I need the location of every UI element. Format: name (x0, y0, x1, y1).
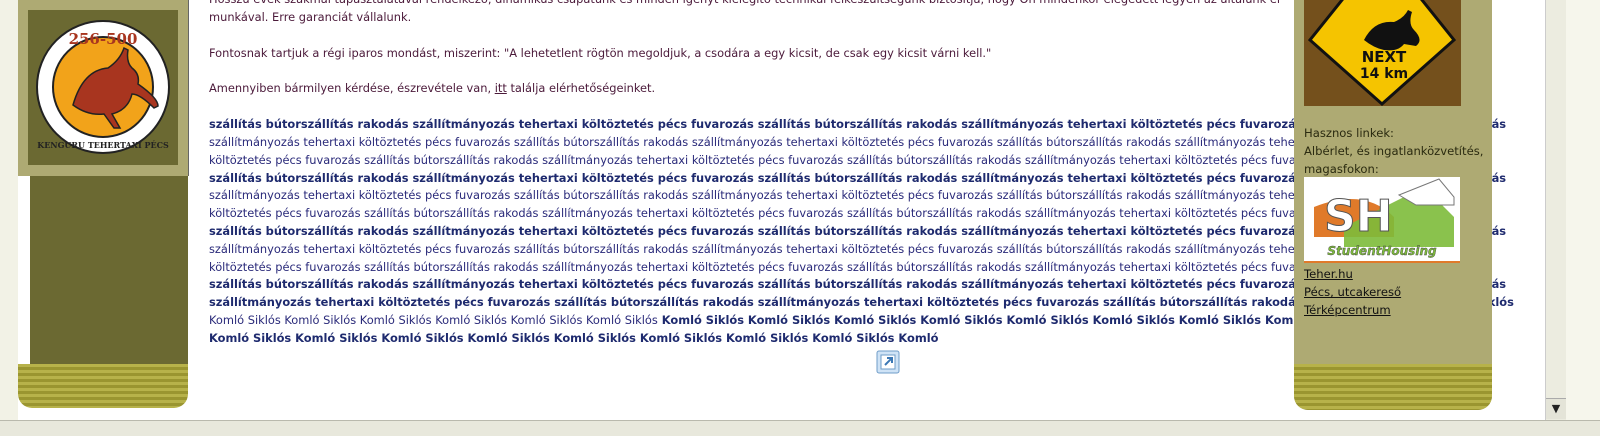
logo-background: 256-500 KENGURU TEHERTAXI PÉCS (28, 10, 178, 165)
keyword-line: szállítmányozás tehertaxi költöztetés pé… (209, 187, 1321, 205)
scroll-down-arrow-icon[interactable]: ▼ (1546, 398, 1566, 419)
link-pecs-utcakereso[interactable]: Pécs, utcakereső (1304, 283, 1486, 301)
keyword-line: szállítás bútorszállítás rakodás szállít… (209, 276, 1506, 294)
keyword-text: szállítmányozás tehertaxi költöztetés pé… (209, 241, 1321, 256)
keyword-line: szállítmányozás tehertaxi költöztetés pé… (209, 134, 1321, 152)
quote-paragraph: Fontosnak tartjuk a régi iparos mondást,… (209, 45, 992, 60)
useful-links-desc: Albérlet, és ingatlanközvetítés, magasfo… (1304, 144, 1484, 176)
main-content: Hosszú évek szakmai tapasztalatával rend… (209, 0, 1514, 348)
contact-suffix: találja elérhetőségeinket. (510, 81, 656, 96)
logo-frame: 256-500 KENGURU TEHERTAXI PÉCS (18, 0, 189, 176)
logo-caption: KENGURU TEHERTAXI PÉCS (37, 140, 169, 150)
keyword-text: költöztetés pécs fuvarozás szállítás bút… (209, 206, 1327, 221)
keyword-line: költöztetés pécs fuvarozás szállítás bút… (209, 205, 1326, 223)
logo-number: 256-500 (69, 30, 138, 48)
svg-text:SH: SH (1324, 191, 1393, 242)
keyword-line: költöztetés pécs fuvarozás szállítás bút… (209, 152, 1326, 170)
student-housing-logo[interactable]: SH StudentHousing (1304, 177, 1460, 263)
link-terkepcentrum[interactable]: Térképcentrum (1304, 301, 1486, 319)
seo-keyword-block: szállítás bútorszállítás rakodás szállít… (209, 116, 1514, 348)
keyword-text: Komló Siklós Komló Siklós Komló Siklós K… (657, 312, 1348, 327)
keyword-text: szállítmányozás tehertaxi költöztetés pé… (209, 188, 1321, 203)
keyword-line: szállítás bútorszállítás rakodás szállít… (209, 223, 1506, 241)
useful-links-panel: Hasznos linkek: Albérlet, és ingatlanköz… (1304, 124, 1486, 178)
keyword-text: költöztetés pécs fuvarozás szállítás bút… (209, 152, 1327, 167)
left-margin (0, 0, 18, 420)
keyword-text: szállítmányozás tehertaxi költöztetés pé… (209, 134, 1321, 149)
keyword-line: szállítmányozás tehertaxi költöztetés pé… (209, 294, 1514, 312)
kangaroo-road-sign[interactable]: NEXT 14 km (1304, 0, 1461, 106)
left-olive-panel (30, 176, 188, 366)
keyword-line: Komló Siklós Komló Siklós Komló Siklós K… (209, 312, 1347, 330)
external-link-icon[interactable] (876, 350, 900, 374)
right-striped-footer (1294, 364, 1492, 410)
keyword-text: költöztetés pécs fuvarozás szállítás bút… (209, 259, 1327, 274)
keyword-line: szállítmányozás tehertaxi költöztetés pé… (209, 241, 1321, 259)
page-body: 256-500 KENGURU TEHERTAXI PÉCS Hosszú év… (0, 0, 1566, 420)
link-teher-hu[interactable]: Teher.hu (1304, 265, 1486, 283)
keyword-line: Komló Siklós Komló Siklós Komló Siklós K… (209, 330, 1279, 348)
keyword-line: költöztetés pécs fuvarozás szállítás bút… (209, 259, 1326, 277)
keyword-text: Komló Siklós Komló Siklós Komló Siklós K… (209, 312, 658, 327)
student-housing-text: StudentHousing (1327, 244, 1437, 258)
kenguru-logo[interactable]: 256-500 KENGURU TEHERTAXI PÉCS (28, 10, 178, 165)
intro-line-1: Hosszú évek szakmai tapasztalatával rend… (209, 0, 1279, 9)
sign-line-2: 14 km (1360, 66, 1408, 82)
keyword-line: szállítás bútorszállítás rakodás szállít… (209, 116, 1506, 134)
intro-line-2: munkával. Erre garanciát vállalunk. (209, 9, 412, 24)
horizontal-scrollbar[interactable] (0, 420, 1600, 436)
sign-line-1: NEXT (1362, 48, 1407, 66)
contact-paragraph: Amennyiben bármilyen kérdése, észrevétel… (209, 80, 1279, 98)
contact-link[interactable]: itt (495, 81, 507, 95)
useful-links-heading: Hasznos linkek: (1304, 126, 1394, 140)
keyword-text: Komló Siklós Komló Siklós Komló Siklós K… (209, 330, 939, 345)
vertical-scrollbar[interactable]: ▼ (1545, 0, 1566, 420)
useful-links-list: Teher.hu Pécs, utcakereső Térképcentrum (1304, 265, 1486, 319)
left-striped-footer (18, 364, 188, 408)
contact-prefix: Amennyiben bármilyen kérdése, észrevétel… (209, 81, 492, 96)
left-sidebar: 256-500 KENGURU TEHERTAXI PÉCS (18, 0, 190, 410)
keyword-line: szállítás bútorszállítás rakodás szállít… (209, 170, 1506, 188)
